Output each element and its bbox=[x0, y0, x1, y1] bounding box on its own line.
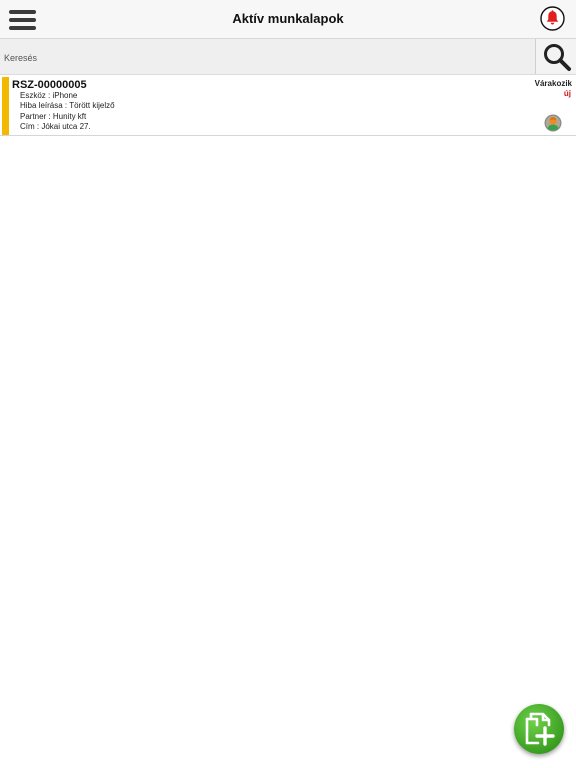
magnifier-icon bbox=[544, 44, 571, 71]
new-badge: új bbox=[563, 89, 571, 98]
status-badge: Várakozik bbox=[534, 79, 572, 88]
search-bar bbox=[0, 39, 576, 75]
app-screen: Aktív munkalapok RSZ-00000005 Eszköz : i… bbox=[0, 0, 576, 768]
page-title: Aktív munkalapok bbox=[232, 11, 344, 26]
search-button[interactable] bbox=[535, 39, 576, 74]
partner-label: Partner : Hunity kft bbox=[20, 112, 87, 121]
add-worksheet-icon bbox=[525, 712, 555, 746]
hamburger-menu-icon-line bbox=[9, 26, 36, 30]
notification-button[interactable] bbox=[540, 6, 565, 31]
navigation-bar: Aktív munkalapok bbox=[0, 0, 576, 39]
fault-description: Hiba leírása : Törött kijelző bbox=[20, 101, 115, 110]
device-label: Eszköz : iPhone bbox=[20, 91, 78, 100]
address-label: Cím : Jókai utca 27. bbox=[20, 122, 91, 131]
worksheet-id: RSZ-00000005 bbox=[12, 79, 87, 91]
add-worksheet-button[interactable] bbox=[514, 704, 564, 754]
search-field[interactable] bbox=[0, 39, 534, 74]
worksheet-list: RSZ-00000005 Eszköz : iPhone Hiba leírás… bbox=[0, 76, 576, 136]
search-input[interactable] bbox=[0, 39, 534, 74]
priority-accent-bar bbox=[2, 77, 9, 135]
worksheet-row[interactable]: RSZ-00000005 Eszköz : iPhone Hiba leírás… bbox=[0, 76, 576, 136]
bell-icon bbox=[540, 6, 565, 31]
user-avatar-icon bbox=[544, 114, 562, 132]
